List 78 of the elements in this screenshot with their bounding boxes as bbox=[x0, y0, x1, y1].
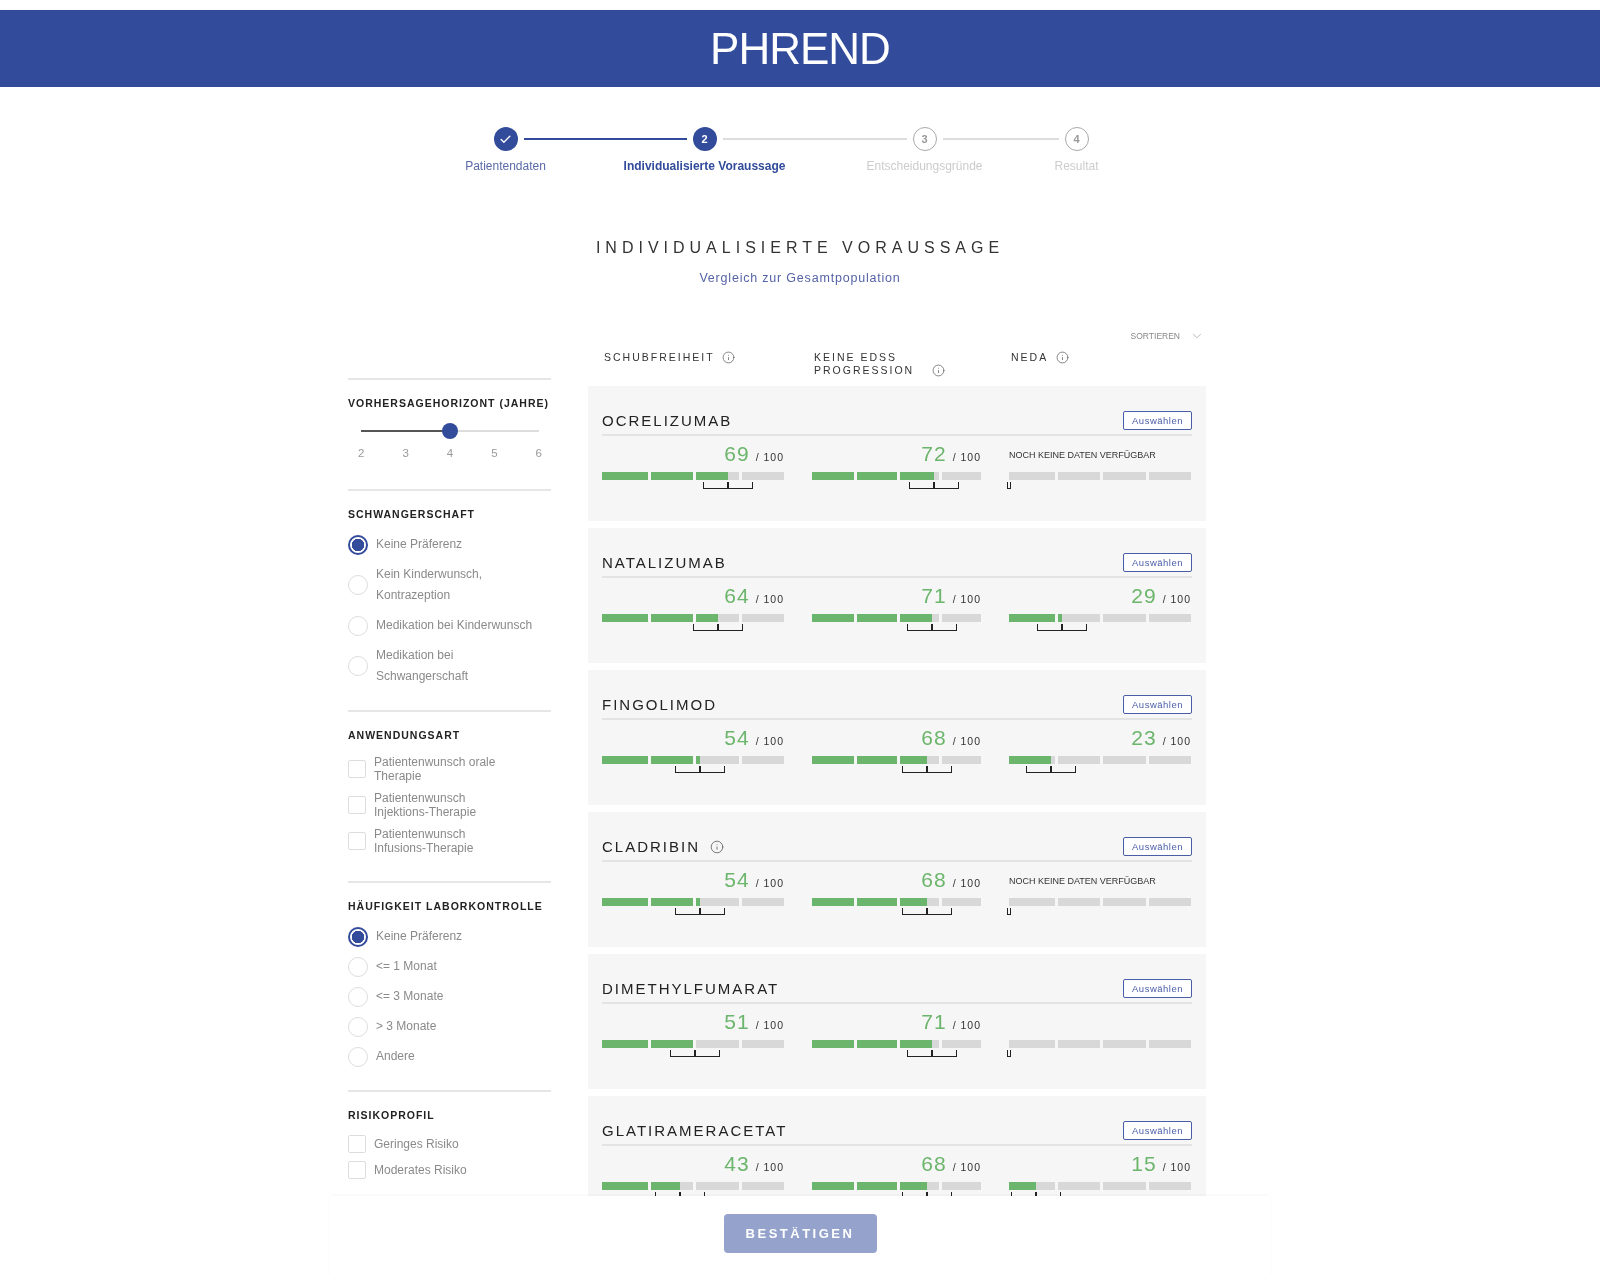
score-max: / 100 bbox=[755, 451, 784, 463]
score-max: / 100 bbox=[755, 1161, 784, 1173]
filter-heading: VORHERSAGEHORIZONT (JAHRE) bbox=[348, 397, 550, 409]
option-label: <= 3 Monate bbox=[376, 988, 444, 1005]
slider-tick-label: 4 bbox=[446, 447, 454, 459]
treatment-name: DIMETHYLFUMARAT bbox=[602, 980, 780, 997]
option-label: Geringes Risiko bbox=[374, 1137, 459, 1151]
score-value: 69 bbox=[724, 442, 750, 466]
score-max: / 100 bbox=[952, 1161, 981, 1173]
score-value: 68 bbox=[921, 726, 947, 750]
step-label: Individualisierte Voraussage bbox=[623, 159, 786, 173]
score-value: 71 bbox=[921, 1010, 947, 1034]
slider-tick-label: 5 bbox=[491, 447, 498, 459]
score-value: 71 bbox=[921, 584, 947, 608]
score-value: 43 bbox=[724, 1152, 750, 1176]
select-button[interactable]: Auswählen bbox=[1123, 1121, 1192, 1140]
sort-button[interactable]: SORTIEREN bbox=[1130, 329, 1204, 343]
score-max: / 100 bbox=[952, 593, 981, 605]
select-button[interactable]: Auswählen bbox=[1123, 553, 1192, 572]
score-max: / 100 bbox=[952, 451, 981, 463]
step-circle[interactable]: 2 bbox=[692, 127, 717, 151]
score-value: 29 bbox=[1131, 584, 1157, 608]
page-title: INDIVIDUALISIERTE VORAUSSAGE bbox=[595, 239, 1005, 257]
option-label: Keine Präferenz bbox=[376, 536, 463, 553]
score-max: / 100 bbox=[952, 735, 981, 747]
score-max: / 100 bbox=[755, 735, 784, 747]
score-value: 68 bbox=[921, 1152, 947, 1176]
score-value: 64 bbox=[724, 584, 750, 608]
option-label: <= 1 Monat bbox=[376, 958, 437, 975]
logo: PHREND bbox=[710, 23, 890, 74]
treatment-name: OCRELIZUMAB bbox=[602, 412, 733, 429]
filter-heading: SCHWANGERSCHAFT bbox=[348, 508, 476, 520]
option-label: Patientenwunsch orale Therapie bbox=[374, 755, 497, 783]
treatment-name: CLADRIBIN bbox=[602, 838, 701, 855]
column-heading: KEINE EDSS PROGRESSION bbox=[814, 351, 916, 377]
select-button[interactable]: Auswählen bbox=[1123, 411, 1192, 430]
score-max: / 100 bbox=[755, 593, 784, 605]
score-max: / 100 bbox=[755, 877, 784, 889]
option-label: Patientenwunsch Injektions-Therapie bbox=[374, 791, 478, 819]
column-heading: NEDA bbox=[1011, 351, 1049, 364]
option-label: Moderates Risiko bbox=[374, 1163, 467, 1177]
score-max: / 100 bbox=[1162, 1161, 1191, 1173]
comparison-link[interactable]: Vergleich zur Gesamtpopulation bbox=[699, 271, 901, 285]
select-button[interactable]: Auswählen bbox=[1123, 979, 1192, 998]
select-button[interactable]: Auswählen bbox=[1123, 837, 1192, 856]
score-max: / 100 bbox=[1162, 593, 1191, 605]
option-label: Kein Kinderwunsch, Kontrazeption bbox=[376, 566, 484, 604]
option-label: Patientenwunsch Infusions-Therapie bbox=[374, 827, 475, 855]
treatment-name: FINGOLIMOD bbox=[602, 696, 717, 713]
option-label: Medikation bei Kinderwunsch bbox=[376, 617, 533, 634]
score-max: / 100 bbox=[755, 1019, 784, 1031]
treatment-name: GLATIRAMERACETAT bbox=[602, 1122, 788, 1139]
score-value: 54 bbox=[724, 726, 750, 750]
option-label: > 3 Monate bbox=[376, 1018, 437, 1035]
score-value: 51 bbox=[724, 1010, 750, 1034]
score-max: / 100 bbox=[1162, 735, 1191, 747]
score-value: 54 bbox=[724, 868, 750, 892]
column-heading: SCHUBFREIHEIT bbox=[604, 351, 714, 364]
slider-tick-label: 3 bbox=[402, 447, 409, 459]
score-value: 72 bbox=[921, 442, 947, 466]
option-label: Andere bbox=[376, 1048, 415, 1065]
select-button[interactable]: Auswählen bbox=[1123, 695, 1192, 714]
filter-heading: HÄUFIGKEIT LABORKONTROLLE bbox=[348, 900, 544, 912]
slider-tick-label: 2 bbox=[358, 447, 365, 459]
score-value: 15 bbox=[1131, 1152, 1157, 1176]
score-value: 23 bbox=[1131, 726, 1157, 750]
score-value: 68 bbox=[921, 868, 947, 892]
no-data-note: NOCH KEINE DATEN VERFÜGBAR bbox=[1009, 449, 1157, 462]
step-label: Patientendaten bbox=[465, 159, 546, 173]
no-data-note: NOCH KEINE DATEN VERFÜGBAR bbox=[1009, 875, 1157, 888]
filter-heading: RISIKOPROFIL bbox=[348, 1109, 436, 1121]
score-max: / 100 bbox=[952, 877, 981, 889]
treatment-name: NATALIZUMAB bbox=[602, 554, 727, 571]
filter-heading: ANWENDUNGSART bbox=[348, 729, 462, 741]
option-label: Keine Präferenz bbox=[376, 928, 463, 945]
score-max: / 100 bbox=[952, 1019, 981, 1031]
slider-tick-label: 6 bbox=[535, 447, 542, 459]
option-label: Medikation bei Schwangerschaft bbox=[376, 647, 470, 685]
